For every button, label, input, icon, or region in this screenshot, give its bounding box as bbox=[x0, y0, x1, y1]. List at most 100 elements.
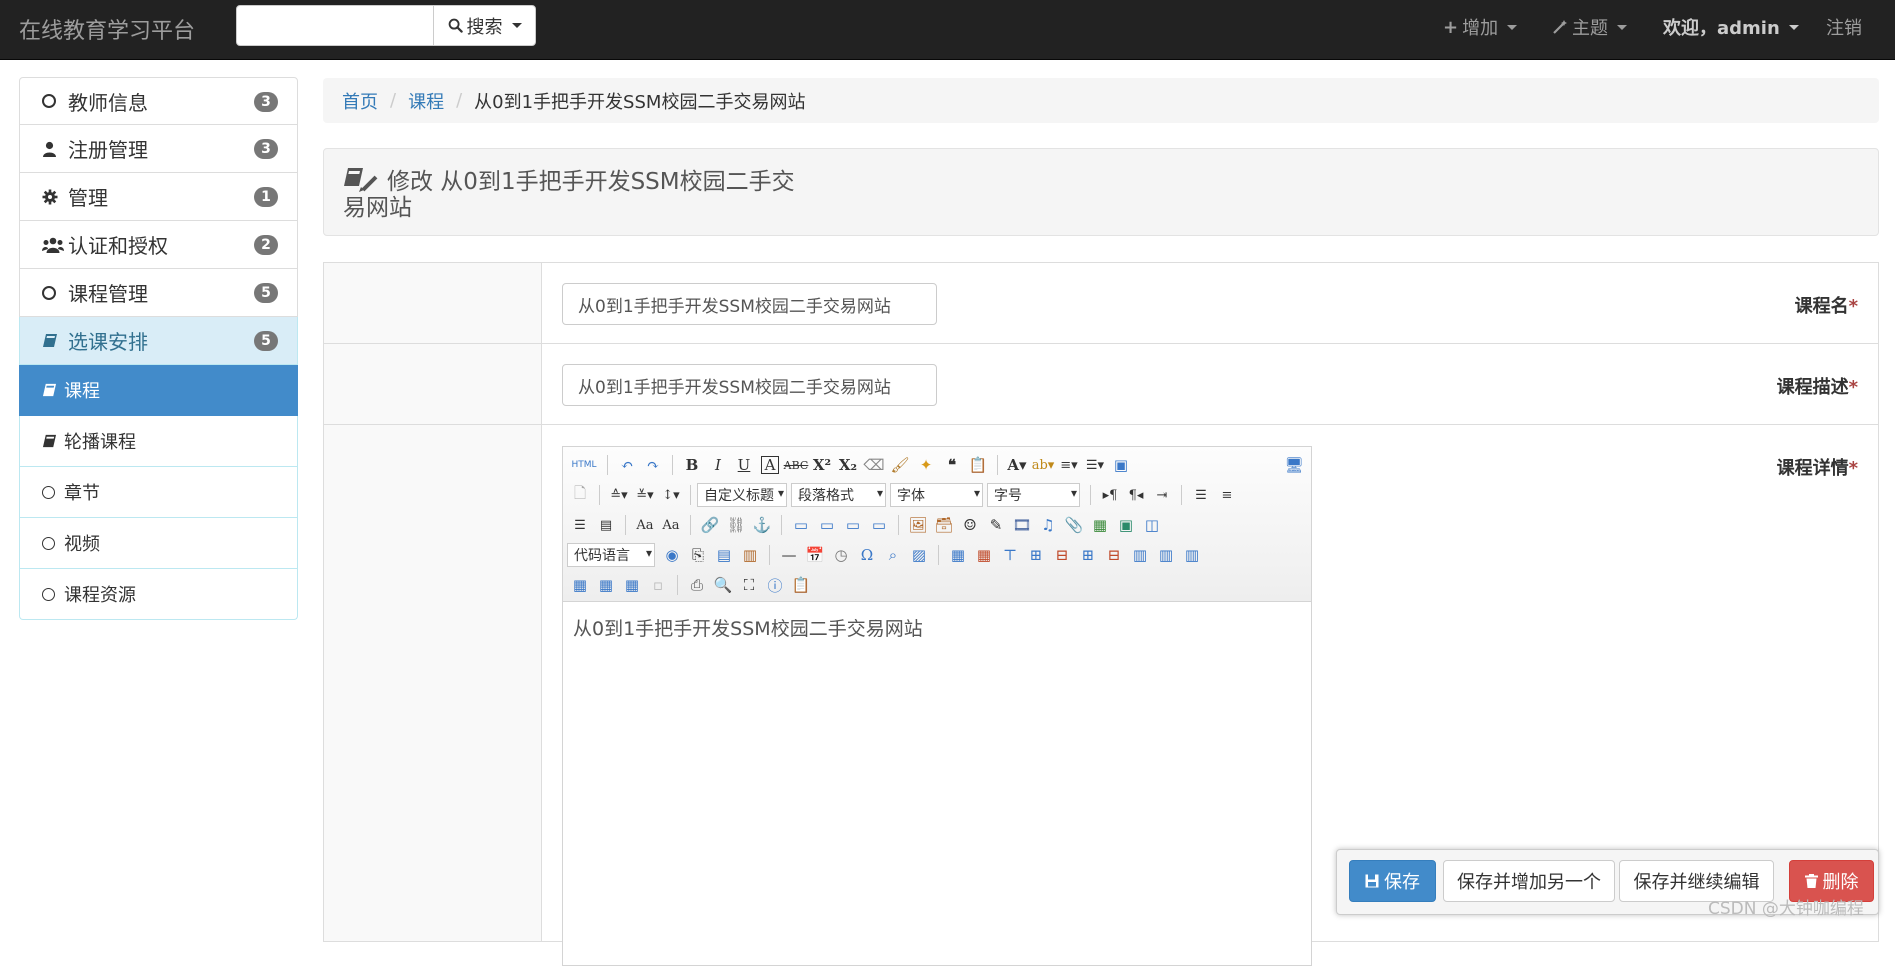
background-icon[interactable]: ▤ bbox=[711, 542, 737, 568]
add-menu[interactable]: + 增加 bbox=[1443, 0, 1518, 54]
sidebar-subitem-carousel-course[interactable]: 轮播课程 bbox=[19, 416, 298, 467]
search-replace-icon[interactable]: ⌕ bbox=[880, 542, 906, 568]
multi-image-icon[interactable]: 🗃 bbox=[931, 512, 957, 538]
align-left-icon[interactable]: ☰ bbox=[1188, 482, 1214, 508]
course-desc-field[interactable]: 从0到1手把手开发SSM校园二手交易网站 bbox=[562, 364, 937, 406]
underline-icon[interactable]: U bbox=[731, 452, 757, 478]
font-family-select[interactable]: 字体 bbox=[890, 483, 983, 507]
highlight-color-icon[interactable]: ab▾ bbox=[1030, 452, 1056, 478]
save-button[interactable]: 保存 bbox=[1349, 860, 1436, 902]
format-brush-icon[interactable]: 🖌 bbox=[887, 452, 913, 478]
strikethrough-icon[interactable]: ABC bbox=[783, 452, 809, 478]
row-spacing-bottom-icon[interactable]: ≚▾ bbox=[632, 482, 658, 508]
sidebar-subitem-course[interactable]: 课程 bbox=[19, 365, 298, 416]
html-source-button[interactable]: HTML bbox=[567, 452, 601, 478]
split-cols-icon[interactable]: ▦ bbox=[619, 572, 645, 598]
sidebar-subitem-video[interactable]: 视频 bbox=[19, 518, 298, 569]
text-box-icon[interactable]: ▣ bbox=[1108, 452, 1134, 478]
undo-icon[interactable]: ↶ bbox=[614, 452, 640, 478]
merge-cells-icon[interactable]: ▥ bbox=[1127, 542, 1153, 568]
paste-plain-icon[interactable]: 📋 bbox=[965, 452, 991, 478]
ltr-icon[interactable]: ▸¶ bbox=[1097, 482, 1123, 508]
split-cells-icon[interactable]: ▦ bbox=[567, 572, 593, 598]
brand-title[interactable]: 在线教育学习平台 bbox=[19, 13, 195, 45]
sidebar-subitem-course-resource[interactable]: 课程资源 bbox=[19, 569, 298, 620]
align-center-icon[interactable]: ≡ bbox=[1214, 482, 1240, 508]
merge-down-icon[interactable]: ▥ bbox=[1179, 542, 1205, 568]
breadcrumb-home-link[interactable]: 首页 bbox=[342, 88, 378, 114]
image-right-icon[interactable]: ▭ bbox=[840, 512, 866, 538]
lowercase-icon[interactable]: Aa bbox=[658, 512, 684, 538]
font-border-icon[interactable]: A bbox=[761, 456, 779, 474]
search-input[interactable] bbox=[236, 5, 434, 46]
indent-icon[interactable]: ⇥ bbox=[1149, 482, 1175, 508]
row-spacing-top-icon[interactable]: ≙▾ bbox=[606, 482, 632, 508]
font-size-select[interactable]: 字号 bbox=[987, 483, 1080, 507]
custom-title-select[interactable]: 自定义标题 bbox=[697, 483, 787, 507]
paragraph-format-select[interactable]: 段落格式 bbox=[791, 483, 886, 507]
attachment-icon[interactable]: 📎 bbox=[1061, 512, 1087, 538]
unlink-icon[interactable]: ⛓ bbox=[723, 512, 749, 538]
theme-menu[interactable]: 主题 bbox=[1552, 0, 1627, 54]
superscript-icon[interactable]: X² bbox=[809, 452, 835, 478]
image-center-icon[interactable]: ▭ bbox=[866, 512, 892, 538]
code-language-select[interactable]: 代码语言 bbox=[567, 543, 655, 567]
delete-row-icon[interactable]: ⊟ bbox=[1049, 542, 1075, 568]
merge-right-icon[interactable]: ▥ bbox=[1153, 542, 1179, 568]
link-icon[interactable]: 🔗 bbox=[697, 512, 723, 538]
eraser-icon[interactable]: ⌫ bbox=[861, 452, 887, 478]
gmap-icon[interactable]: ▦ bbox=[1087, 512, 1113, 538]
help-icon[interactable]: ⓘ bbox=[762, 572, 788, 598]
music-icon[interactable]: ♫ bbox=[1035, 512, 1061, 538]
subscript-icon[interactable]: X₂ bbox=[835, 452, 861, 478]
rtl-icon[interactable]: ¶◂ bbox=[1123, 482, 1149, 508]
italic-icon[interactable]: I bbox=[705, 452, 731, 478]
date-icon[interactable]: 📅 bbox=[802, 542, 828, 568]
drafts-icon[interactable]: 📋 bbox=[788, 572, 814, 598]
blockquote-icon[interactable]: ❝ bbox=[939, 452, 965, 478]
bold-icon[interactable]: B bbox=[679, 452, 705, 478]
sidebar-subitem-chapter[interactable]: 章节 bbox=[19, 467, 298, 518]
print-icon[interactable]: ⎙ bbox=[684, 572, 710, 598]
user-menu[interactable]: 欢迎，admin bbox=[1663, 0, 1799, 54]
font-color-icon[interactable]: A▾ bbox=[1004, 452, 1030, 478]
horizontal-rule-icon[interactable]: — bbox=[776, 542, 802, 568]
search-button[interactable]: 搜索 bbox=[433, 5, 536, 46]
align-justify-icon[interactable]: ▤ bbox=[593, 512, 619, 538]
template-gallery-icon[interactable]: ▥ bbox=[737, 542, 763, 568]
ordered-list-icon[interactable]: ≡▾ bbox=[1056, 452, 1082, 478]
fullscreen-icon[interactable]: 🖥 bbox=[1281, 452, 1307, 478]
auto-format-icon[interactable]: ✦ bbox=[913, 452, 939, 478]
editor-content[interactable]: 从0到1手把手开发SSM校园二手交易网站 bbox=[563, 602, 1311, 653]
scrawl-icon[interactable]: ✎ bbox=[983, 512, 1009, 538]
rich-text-editor[interactable]: HTML ↶ ↷ B I U A ABC X² X₂ ⌫ 🖌 ✦ ❝ 📋 A▾ … bbox=[562, 446, 1312, 966]
image-left-icon[interactable]: ▭ bbox=[814, 512, 840, 538]
redo-icon[interactable]: ↷ bbox=[640, 452, 666, 478]
emotion-icon[interactable]: ☺ bbox=[957, 512, 983, 538]
video-icon[interactable]: 🎞 bbox=[1009, 512, 1035, 538]
new-doc-icon[interactable]: 🗋 bbox=[567, 482, 593, 508]
sidebar-item-registration[interactable]: 注册管理 3 bbox=[19, 125, 298, 173]
align-right-icon[interactable]: ☰ bbox=[567, 512, 593, 538]
search-icon[interactable]: ⛶ bbox=[736, 572, 762, 598]
unordered-list-icon[interactable]: ☰▾ bbox=[1082, 452, 1108, 478]
sidebar-item-course-management[interactable]: 课程管理 5 bbox=[19, 269, 298, 317]
preview-icon[interactable]: 🔍 bbox=[710, 572, 736, 598]
insert-table-icon[interactable]: ▦ bbox=[945, 542, 971, 568]
webapp-icon[interactable]: ◫ bbox=[1139, 512, 1165, 538]
chart-icon[interactable]: ▫ bbox=[645, 572, 671, 598]
split-rows-icon[interactable]: ▦ bbox=[593, 572, 619, 598]
image-none-icon[interactable]: ▭ bbox=[788, 512, 814, 538]
image-icon[interactable]: 🖼 bbox=[905, 512, 931, 538]
breadcrumb-course-link[interactable]: 课程 bbox=[408, 88, 444, 114]
insert-frame-icon[interactable]: ▣ bbox=[1113, 512, 1139, 538]
template-icon[interactable]: ◉ bbox=[659, 542, 685, 568]
special-chars-icon[interactable]: Ω bbox=[854, 542, 880, 568]
table-caption-icon[interactable]: ⊤ bbox=[997, 542, 1023, 568]
sidebar-item-auth[interactable]: 认证和授权 2 bbox=[19, 221, 298, 269]
sidebar-item-management[interactable]: 管理 1 bbox=[19, 173, 298, 221]
logout-link[interactable]: 注销 bbox=[1826, 0, 1862, 54]
insert-row-icon[interactable]: ⊞ bbox=[1023, 542, 1049, 568]
uppercase-icon[interactable]: Aa bbox=[632, 512, 658, 538]
line-height-icon[interactable]: ↕▾ bbox=[658, 482, 684, 508]
